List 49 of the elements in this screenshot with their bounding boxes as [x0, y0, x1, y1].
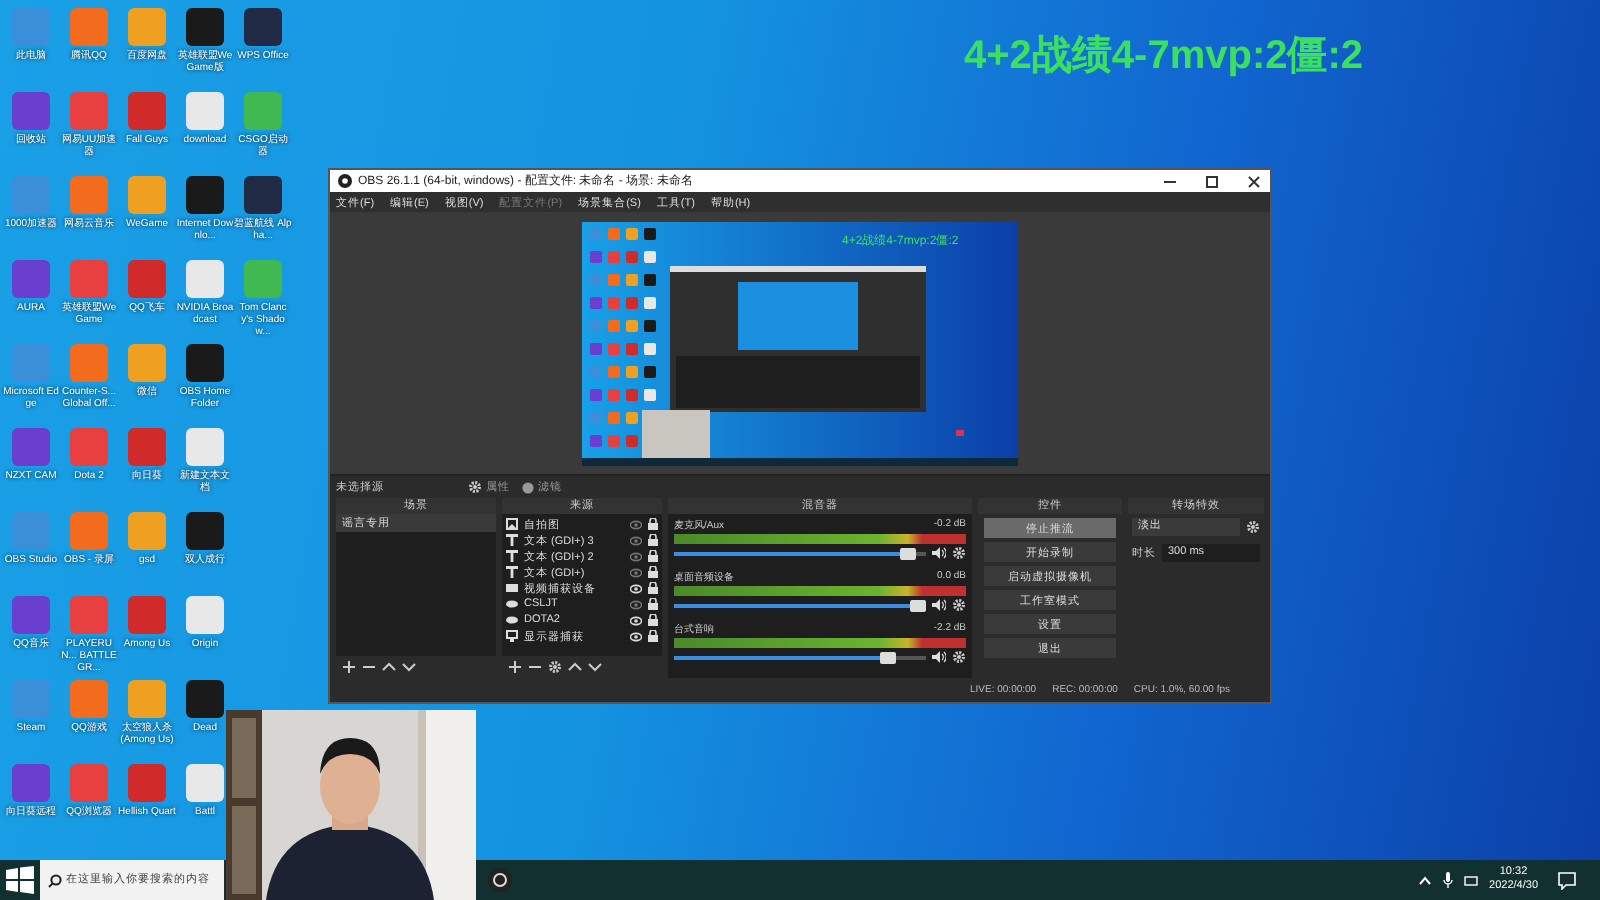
settings-icon[interactable] — [1246, 520, 1260, 534]
overlay-title: 4+2战绩4-7mvp:2僵:2 — [964, 32, 1364, 82]
chevron-up-icon[interactable] — [1417, 873, 1432, 887]
notification-icon[interactable] — [1558, 871, 1576, 889]
lock-icon[interactable] — [648, 598, 658, 610]
microphone-icon[interactable] — [1441, 872, 1454, 888]
lock-icon[interactable] — [648, 534, 658, 546]
speaker-icon[interactable] — [932, 650, 946, 664]
app-icon[interactable] — [186, 176, 224, 214]
monitor-icon — [506, 630, 518, 642]
speaker-icon[interactable] — [932, 546, 946, 560]
move-down-icon[interactable] — [402, 660, 416, 674]
lock-icon[interactable] — [648, 630, 658, 642]
close-icon[interactable] — [1246, 173, 1262, 189]
settings-icon[interactable] — [548, 660, 562, 674]
app-icon[interactable] — [186, 8, 224, 46]
app-icon[interactable] — [186, 680, 224, 718]
lock-icon[interactable] — [648, 518, 658, 530]
move-up-icon[interactable] — [568, 660, 582, 674]
gear-icon[interactable] — [468, 480, 482, 494]
app-logo-icon[interactable] — [488, 868, 512, 892]
app-icon[interactable] — [186, 512, 224, 550]
maximize-icon[interactable] — [1204, 173, 1220, 189]
speaker-icon[interactable] — [932, 598, 946, 612]
lock-icon[interactable] — [648, 566, 658, 578]
app-icon[interactable] — [244, 176, 282, 214]
slider-thumb[interactable] — [900, 547, 917, 559]
eye-icon[interactable] — [630, 631, 642, 641]
image-source-icon — [506, 518, 518, 530]
settings-icon[interactable] — [952, 650, 966, 664]
lock-icon[interactable] — [648, 550, 658, 562]
eye-icon[interactable] — [630, 583, 642, 593]
lock-icon[interactable] — [648, 582, 658, 594]
settings-icon[interactable] — [952, 546, 966, 560]
app-icon[interactable] — [186, 344, 224, 382]
settings-icon[interactable] — [952, 598, 966, 612]
remove-icon[interactable] — [362, 660, 376, 674]
start-icon[interactable] — [6, 866, 34, 894]
add-icon[interactable] — [508, 660, 522, 674]
add-icon[interactable] — [342, 660, 356, 674]
eye-icon[interactable] — [630, 615, 642, 625]
move-up-icon[interactable] — [382, 660, 396, 674]
app-icon[interactable] — [244, 8, 282, 46]
slider-thumb[interactable] — [880, 651, 897, 663]
search-icon — [48, 873, 62, 887]
slider-thumb[interactable] — [910, 599, 927, 611]
remove-icon[interactable] — [528, 660, 542, 674]
lock-icon[interactable] — [648, 614, 658, 626]
move-down-icon[interactable] — [588, 660, 602, 674]
